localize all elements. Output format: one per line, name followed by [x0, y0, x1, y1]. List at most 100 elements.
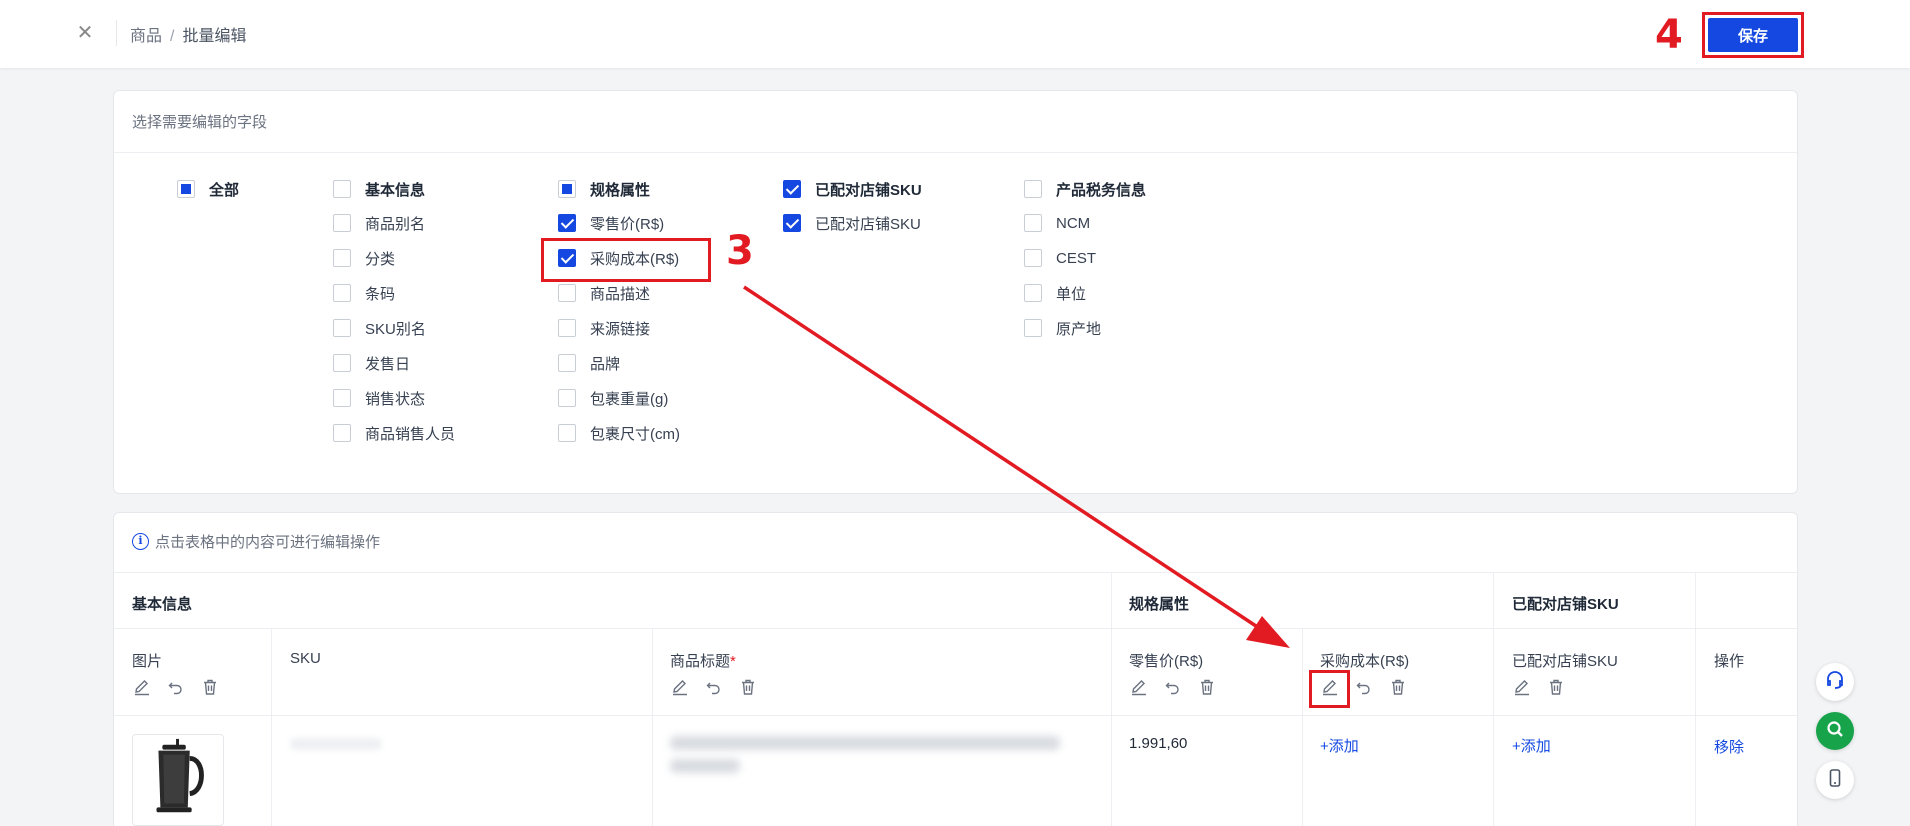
support-button[interactable] — [1816, 663, 1854, 701]
field-category[interactable]: 分类 — [333, 247, 395, 269]
product-image[interactable] — [132, 734, 224, 826]
column-header-image: 图片 — [132, 653, 163, 670]
field-label: 条码 — [365, 285, 396, 303]
checkbox[interactable] — [558, 214, 576, 232]
field-description[interactable]: 商品描述 — [558, 282, 650, 304]
checkbox-all[interactable] — [177, 180, 195, 198]
delete-icon[interactable] — [1546, 677, 1566, 697]
checkbox[interactable] — [558, 319, 576, 337]
sku-value-blurred[interactable] — [290, 738, 382, 750]
search-icon — [1824, 718, 1846, 745]
checkbox[interactable] — [1024, 319, 1042, 337]
field-label: NCM — [1056, 214, 1091, 232]
divider — [1493, 572, 1494, 826]
close-icon[interactable]: ✕ — [74, 22, 96, 44]
group-paired-sku[interactable]: 已配对店铺SKU — [783, 178, 922, 200]
delete-icon[interactable] — [738, 677, 758, 697]
undo-icon[interactable] — [166, 677, 186, 697]
checkbox[interactable] — [1024, 249, 1042, 267]
title-value-blurred — [670, 759, 740, 773]
checkbox[interactable] — [333, 214, 351, 232]
breadcrumb-parent[interactable]: 商品 — [130, 28, 162, 45]
checkbox[interactable] — [333, 424, 351, 442]
field-paired-sku[interactable]: 已配对店铺SKU — [783, 212, 921, 234]
checkbox[interactable] — [333, 354, 351, 372]
field-barcode[interactable]: 条码 — [333, 282, 395, 304]
field-sku-alias[interactable]: SKU别名 — [333, 317, 426, 339]
field-label: 原产地 — [1056, 320, 1102, 338]
field-cest[interactable]: CEST — [1024, 247, 1096, 269]
divider — [271, 628, 272, 826]
checkbox-paired-sku[interactable] — [783, 180, 801, 198]
field-release-date[interactable]: 发售日 — [333, 352, 410, 374]
delete-icon[interactable] — [1388, 677, 1408, 697]
field-label: 来源链接 — [590, 320, 651, 338]
divider — [1302, 628, 1303, 826]
breadcrumb-separator: / — [170, 28, 175, 45]
edit-tip-text: 点击表格中的内容可进行编辑操作 — [155, 534, 381, 551]
checkbox[interactable] — [1024, 214, 1042, 232]
group-tax-info-label: 产品税务信息 — [1056, 181, 1147, 199]
field-brand[interactable]: 品牌 — [558, 352, 620, 374]
checkbox[interactable] — [558, 284, 576, 302]
french-press-image — [156, 738, 204, 813]
checkbox[interactable] — [1024, 284, 1042, 302]
edit-icon[interactable] — [132, 677, 152, 697]
checkbox-basic-info[interactable] — [333, 180, 351, 198]
title-value-blurred[interactable] — [670, 736, 1060, 750]
edit-icon[interactable] — [670, 677, 690, 697]
checkbox[interactable] — [558, 389, 576, 407]
divider — [114, 628, 1797, 629]
paired-sku-add-link[interactable]: +添加 — [1512, 735, 1551, 756]
group-basic-info[interactable]: 基本信息 — [333, 178, 425, 200]
checkbox-tax-info[interactable] — [1024, 180, 1042, 198]
checkbox[interactable] — [783, 214, 801, 232]
checkbox[interactable] — [333, 319, 351, 337]
purchase-cost-add-link[interactable]: +添加 — [1320, 735, 1359, 756]
field-label: 零售价(R$) — [590, 215, 665, 233]
field-label: 商品销售人员 — [365, 425, 456, 443]
field-package-size[interactable]: 包裹尺寸(cm) — [558, 422, 680, 444]
save-button[interactable]: 保存 — [1708, 18, 1798, 52]
undo-icon[interactable] — [1163, 677, 1183, 697]
paired-sku-column-tools — [1512, 677, 1566, 697]
field-unit[interactable]: 单位 — [1024, 282, 1086, 304]
column-header-title: 商品标题* — [670, 650, 736, 671]
field-sales-status[interactable]: 销售状态 — [333, 387, 425, 409]
undo-icon[interactable] — [1354, 677, 1374, 697]
annotation-step-4: 4 — [1655, 12, 1683, 58]
field-package-weight[interactable]: 包裹重量(g) — [558, 387, 668, 409]
delete-icon[interactable] — [1197, 677, 1217, 697]
checkbox[interactable] — [333, 249, 351, 267]
field-all[interactable]: 全部 — [177, 178, 239, 200]
delete-icon[interactable] — [200, 677, 220, 697]
group-tax-info[interactable]: 产品税务信息 — [1024, 178, 1146, 200]
undo-icon[interactable] — [704, 677, 724, 697]
edit-icon[interactable] — [1512, 677, 1532, 697]
field-label: 分类 — [365, 250, 396, 268]
checkbox-spec-attributes[interactable] — [558, 180, 576, 198]
mobile-button[interactable] — [1816, 761, 1854, 799]
purchase-cost-highlight — [541, 238, 711, 282]
checkbox[interactable] — [333, 284, 351, 302]
edit-tip: i 点击表格中的内容可进行编辑操作 — [132, 531, 380, 552]
divider — [1695, 572, 1696, 826]
field-retail-price[interactable]: 零售价(R$) — [558, 212, 664, 234]
field-source-link[interactable]: 来源链接 — [558, 317, 650, 339]
checkbox[interactable] — [333, 389, 351, 407]
breadcrumb: 商品 / 批量编辑 — [130, 22, 246, 46]
breadcrumb-current: 批量编辑 — [182, 28, 247, 45]
edit-icon[interactable] — [1129, 677, 1149, 697]
field-salesperson[interactable]: 商品销售人员 — [333, 422, 455, 444]
checkbox[interactable] — [558, 354, 576, 372]
remove-link[interactable]: 移除 — [1714, 736, 1744, 757]
field-ncm[interactable]: NCM — [1024, 212, 1090, 234]
retail-price-value[interactable]: 1.991,60 — [1129, 735, 1187, 752]
field-origin[interactable]: 原产地 — [1024, 317, 1101, 339]
checkbox[interactable] — [558, 424, 576, 442]
divider — [114, 715, 1797, 716]
image-column-tools — [132, 677, 220, 697]
field-product-alias[interactable]: 商品别名 — [333, 212, 425, 234]
group-spec-attributes[interactable]: 规格属性 — [558, 178, 650, 200]
search-button[interactable] — [1816, 712, 1854, 750]
